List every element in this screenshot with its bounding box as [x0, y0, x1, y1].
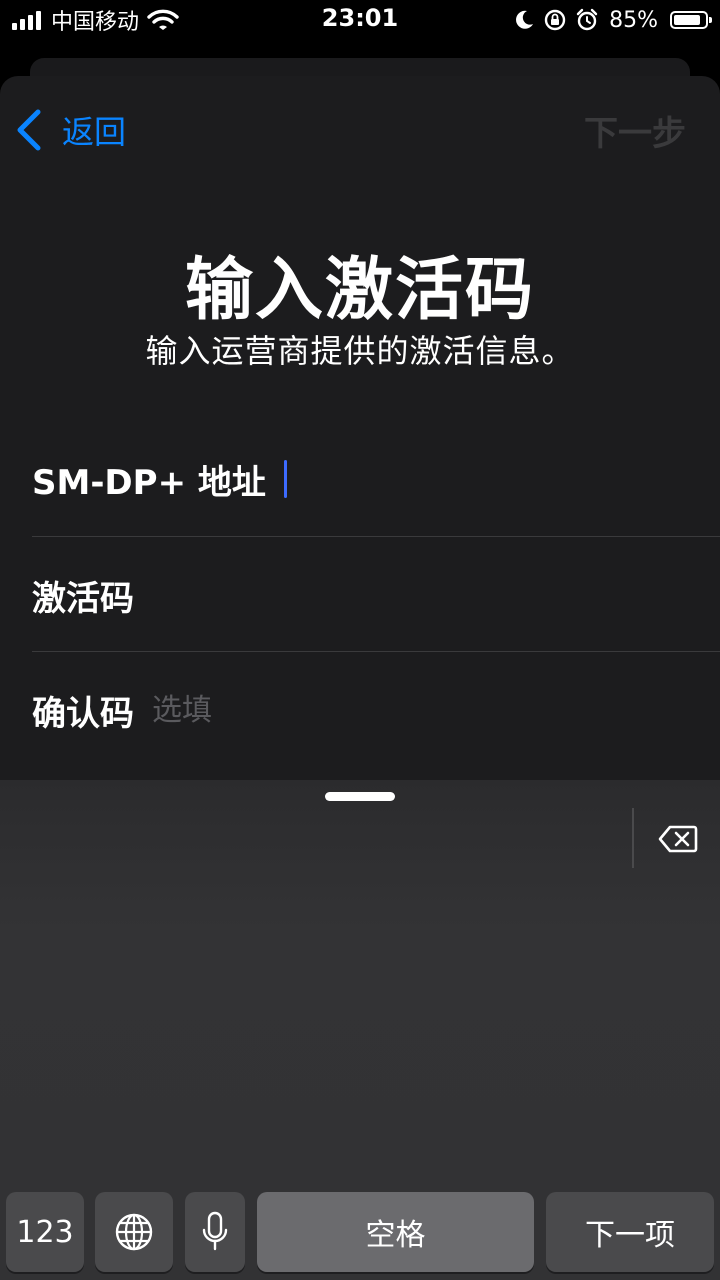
rotation-lock-icon	[544, 9, 566, 31]
globe-key[interactable]	[95, 1192, 173, 1272]
keyboard-drag-handle[interactable]	[325, 792, 395, 801]
divider	[32, 536, 720, 537]
status-left: 中国移动	[12, 6, 179, 35]
next-step-button[interactable]: 下一步	[584, 106, 686, 154]
next-field-key[interactable]: 下一项	[546, 1192, 714, 1272]
screen: 中国移动 23:01 85% 返回 下一步 输入激活码 输入运营商提供的激活信息…	[0, 0, 720, 1280]
sm-dp-address-label: SM-DP+ 地址	[32, 462, 266, 503]
divider	[32, 651, 720, 652]
activation-code-field[interactable]: 激活码	[32, 538, 720, 652]
chevron-left-icon	[17, 109, 41, 151]
confirmation-code-label: 确认码	[32, 693, 134, 734]
keyboard: 123 空格 下一项	[0, 780, 720, 1280]
battery-percent: 85%	[609, 7, 658, 33]
activation-sheet: 返回 下一步 输入激活码 输入运营商提供的激活信息。 SM-DP+ 地址 激活码…	[0, 76, 720, 786]
microphone-icon	[202, 1211, 228, 1251]
battery-icon	[670, 11, 712, 29]
delete-backspace-icon	[658, 825, 698, 853]
delete-key[interactable]	[648, 814, 708, 864]
globe-icon	[115, 1213, 153, 1251]
text-cursor	[283, 460, 287, 498]
page-subtitle: 输入运营商提供的激活信息。	[145, 332, 575, 370]
numbers-key[interactable]: 123	[6, 1192, 84, 1272]
space-key[interactable]: 空格	[257, 1192, 534, 1272]
activation-code-label: 激活码	[32, 578, 134, 619]
signal-icon	[12, 10, 41, 30]
sm-dp-address-field[interactable]: SM-DP+ 地址	[32, 422, 720, 536]
back-button[interactable]: 返回	[16, 106, 126, 154]
battery-level	[674, 15, 700, 25]
divider	[632, 808, 634, 868]
wifi-icon	[147, 9, 179, 30]
back-label: 返回	[62, 113, 127, 151]
status-bar: 中国移动 23:01 85%	[0, 0, 720, 40]
moon-icon	[516, 10, 534, 29]
alarm-icon	[576, 8, 598, 31]
carrier-name: 中国移动	[51, 10, 140, 35]
microphone-key[interactable]	[185, 1192, 245, 1272]
page-title: 输入激活码	[184, 251, 535, 330]
confirmation-code-row: 确认码	[32, 653, 720, 767]
status-right: 85%	[513, 6, 712, 34]
confirmation-code-input[interactable]	[152, 692, 572, 728]
